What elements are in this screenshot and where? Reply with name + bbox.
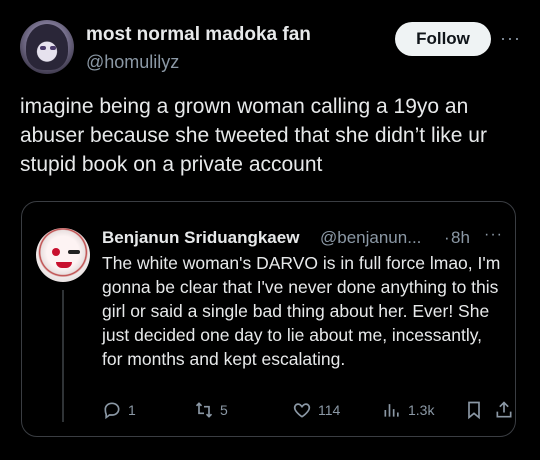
views-icon — [384, 404, 399, 417]
author-name[interactable]: most normal madoka fan — [86, 24, 311, 46]
post-header: most normal madoka fan @homulilyz Follow… — [20, 18, 530, 78]
post-text: imagine being a grown woman calling a 19… — [20, 95, 487, 176]
quoted-post-text: The white woman's DARVO is in full force… — [102, 253, 501, 369]
reply-count: 1 — [128, 402, 136, 418]
bookmark-button[interactable] — [464, 400, 484, 420]
bookmark-icon — [468, 401, 480, 420]
author-handle[interactable]: @homulilyz — [86, 52, 179, 73]
quoted-more-options-icon[interactable]: ··· — [484, 226, 503, 244]
like-icon — [293, 403, 311, 418]
reply-button[interactable]: 1 — [102, 400, 136, 420]
quoted-author-handle[interactable]: @benjanun... — [320, 228, 421, 248]
author-avatar[interactable] — [20, 20, 74, 74]
like-count: 114 — [318, 402, 341, 418]
action-bar: 1 5 114 1.3k — [102, 400, 512, 424]
quoted-author-name[interactable]: Benjanun Sriduangkaew — [102, 228, 299, 248]
quoted-timestamp[interactable]: 8h — [451, 228, 470, 248]
more-options-icon[interactable]: ··· — [500, 28, 521, 49]
follow-button[interactable]: Follow — [395, 22, 491, 56]
views-button[interactable]: 1.3k — [382, 400, 434, 420]
separator-dot: · — [444, 228, 450, 247]
repost-icon — [195, 402, 213, 418]
repost-count: 5 — [220, 402, 228, 418]
like-button[interactable]: 114 — [292, 400, 340, 420]
views-count: 1.3k — [408, 402, 435, 418]
thread-line — [62, 290, 64, 422]
reply-icon — [104, 402, 120, 420]
quoted-author-avatar[interactable] — [36, 228, 90, 282]
quoted-post[interactable]: Benjanun Sriduangkaew @benjanun... · 8h … — [21, 201, 516, 437]
share-button[interactable] — [494, 400, 514, 420]
repost-button[interactable]: 5 — [194, 400, 228, 420]
share-icon — [496, 401, 512, 418]
